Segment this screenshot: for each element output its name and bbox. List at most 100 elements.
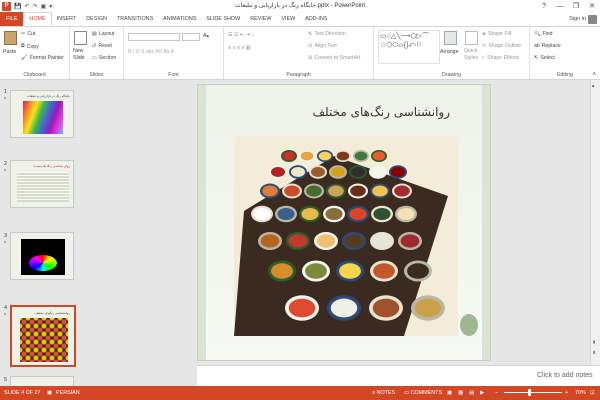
undo-icon[interactable]: ↶ bbox=[24, 3, 29, 10]
bowl-spice bbox=[372, 234, 392, 248]
reading-view-icon[interactable]: ▤ bbox=[469, 390, 474, 396]
paste-button[interactable]: Paste bbox=[3, 49, 16, 55]
new-slide-button-line2[interactable]: Slide bbox=[73, 55, 85, 61]
zoom-level[interactable]: 70% bbox=[575, 390, 586, 396]
current-slide[interactable]: روانشناسی رنگ‌های مختلف bbox=[197, 84, 491, 361]
save-icon[interactable]: 💾 bbox=[14, 3, 21, 10]
normal-view-icon[interactable]: ▣ bbox=[447, 390, 452, 396]
tab-slide-show[interactable]: SLIDE SHOW bbox=[201, 12, 245, 26]
slide-thumbnail-2[interactable]: روان شناسی رنگ ها چیست bbox=[10, 160, 74, 208]
new-slide-button[interactable]: New bbox=[73, 48, 83, 54]
shapes-gallery[interactable]: ▭○△╲⟶⬠▷⌒ ☆⬡⬭▱{}⤺⚐ bbox=[378, 30, 440, 64]
slide-title[interactable]: روانشناسی رنگ‌های مختلف bbox=[313, 105, 450, 119]
thumb-star-2: * bbox=[4, 169, 6, 175]
shape-outline-button[interactable]: ✎ Shape Outline bbox=[482, 43, 521, 49]
zoom-out-icon[interactable]: − bbox=[495, 390, 498, 396]
bowl-spice bbox=[262, 185, 278, 197]
tab-view[interactable]: VIEW bbox=[276, 12, 300, 26]
bowl-spice bbox=[373, 263, 395, 279]
tab-design[interactable]: DESIGN bbox=[81, 12, 112, 26]
thumb-number-5: 5 bbox=[4, 377, 8, 383]
shape-effects-button[interactable]: ◐ Shape Effects bbox=[482, 55, 519, 61]
paste-icon[interactable] bbox=[4, 31, 17, 45]
next-slide-icon[interactable]: ⇟ bbox=[592, 350, 596, 356]
minimize-button[interactable]: — bbox=[552, 0, 568, 12]
format-painter-button[interactable]: 🖌 Format Painter bbox=[21, 55, 64, 61]
zoom-slider-track[interactable] bbox=[504, 392, 562, 393]
language-indicator[interactable]: PERSIAN bbox=[56, 390, 80, 396]
replace-button[interactable]: ab Replace bbox=[534, 43, 561, 49]
thumbnail-scrollbar[interactable] bbox=[87, 80, 93, 386]
slides-group-label: Slides bbox=[89, 72, 104, 78]
comments-toggle[interactable]: ▭ COMMENTS bbox=[404, 390, 442, 396]
bowl-spice bbox=[290, 167, 306, 177]
fit-slide-icon[interactable]: ⊡ bbox=[590, 390, 595, 396]
tab-file[interactable]: FILE bbox=[0, 12, 24, 26]
list-buttons[interactable]: ☰ ☷ ⇤ ⇥ ↕ bbox=[228, 32, 254, 38]
layout-button[interactable]: ▤ Layout bbox=[92, 31, 114, 37]
format-painter-label: Format Painter bbox=[29, 55, 64, 61]
bowl-spice bbox=[325, 207, 343, 221]
copy-button[interactable]: ⧉ Copy bbox=[21, 43, 39, 50]
find-button[interactable]: 🔍 Find bbox=[534, 31, 553, 37]
font-size-box[interactable] bbox=[182, 33, 200, 41]
comments-label: COMMENTS bbox=[410, 390, 443, 396]
slide-thumbnail-1[interactable]: جایگاه رنگ در بازاریابی و تبلیغات bbox=[10, 90, 74, 138]
convert-smartart-button[interactable]: ⊞ Convert to SmartArt bbox=[308, 55, 360, 61]
font-name-box[interactable] bbox=[128, 33, 180, 41]
arrange-icon[interactable] bbox=[444, 31, 457, 45]
bowl-spice bbox=[390, 167, 406, 177]
collapse-ribbon-icon[interactable]: ˄ bbox=[592, 72, 596, 78]
quick-styles-button[interactable]: Quick bbox=[464, 48, 477, 54]
user-avatar[interactable] bbox=[588, 15, 597, 24]
font-format-buttons[interactable]: B I U S abc AV Aa A bbox=[128, 49, 174, 55]
tab-home[interactable]: HOME bbox=[23, 12, 52, 26]
previous-slide-icon[interactable]: ⇞ bbox=[592, 340, 596, 346]
slide-thumbnail-3[interactable] bbox=[10, 232, 74, 280]
bowl-spice bbox=[372, 298, 400, 318]
zoom-slider-thumb[interactable] bbox=[528, 389, 531, 396]
spelling-icon[interactable]: ▣ bbox=[47, 390, 52, 396]
shape-fill-button[interactable]: ◈ Shape Fill bbox=[482, 31, 511, 37]
align-buttons[interactable]: ≡ ≡ ≡ ≡ ▥ bbox=[228, 45, 251, 51]
redo-icon[interactable]: ↷ bbox=[33, 3, 38, 10]
slideshow-view-icon[interactable]: ▶ bbox=[480, 390, 484, 396]
slide-sorter-icon[interactable]: ▦ bbox=[458, 390, 463, 396]
section-button[interactable]: ▭ Section bbox=[92, 55, 116, 61]
restore-button[interactable]: ❐ bbox=[568, 0, 584, 12]
slide-photo-spice-bowls[interactable] bbox=[234, 136, 458, 336]
tab-transitions[interactable]: TRANSITIONS bbox=[112, 12, 158, 26]
start-slideshow-icon[interactable]: ▣ bbox=[41, 3, 47, 10]
cut-button[interactable]: ✂ Cut bbox=[21, 31, 35, 37]
reset-icon: ↺ bbox=[92, 43, 97, 49]
grow-font-icon[interactable]: A▴ bbox=[203, 33, 209, 39]
slide-scrollbar[interactable]: ▴ ⇞ ⇟ bbox=[590, 80, 600, 365]
scroll-up-icon[interactable]: ▴ bbox=[592, 83, 595, 89]
thumb-number-3: 3 bbox=[4, 233, 8, 239]
notes-toggle[interactable]: ≡ NOTES bbox=[372, 390, 395, 396]
qat-customize-icon[interactable]: ▾ bbox=[49, 3, 52, 10]
tab-review[interactable]: REVIEW bbox=[245, 12, 276, 26]
help-icon[interactable]: ? bbox=[536, 0, 552, 12]
new-slide-icon[interactable] bbox=[74, 31, 87, 45]
notes-placeholder[interactable]: Click to add notes bbox=[537, 372, 593, 379]
powerpoint-app-icon[interactable]: P bbox=[2, 1, 11, 11]
quick-styles-button-line2[interactable]: Styles bbox=[464, 55, 478, 61]
select-button[interactable]: ⇱ Select bbox=[534, 55, 555, 61]
sign-in-link[interactable]: Sign in bbox=[569, 16, 586, 22]
thumb-image-bowls bbox=[20, 318, 68, 362]
bowl-spice bbox=[318, 151, 332, 161]
text-direction-button[interactable]: ⇅ Text Direction bbox=[308, 31, 346, 37]
tab-add-ins[interactable]: ADD-INS bbox=[300, 12, 332, 26]
align-text-button[interactable]: ⊟ Align Text bbox=[308, 43, 337, 49]
close-button[interactable]: ✕ bbox=[584, 0, 600, 12]
tab-insert[interactable]: INSERT bbox=[52, 12, 82, 26]
bowl-spice bbox=[284, 185, 300, 197]
zoom-in-icon[interactable]: + bbox=[565, 390, 568, 396]
arrange-button[interactable]: Arrange bbox=[440, 49, 458, 55]
quick-styles-icon[interactable] bbox=[465, 31, 478, 45]
reset-button[interactable]: ↺ Reset bbox=[92, 43, 112, 49]
slide-thumbnail-4[interactable]: روانشناسی رنگهای مختلف bbox=[10, 305, 76, 367]
ribbon-home: Paste ✂ Cut ⧉ Copy 🖌 Format Painter Clipboa… bbox=[0, 26, 600, 80]
tab-animations[interactable]: ANIMATIONS bbox=[158, 12, 201, 26]
